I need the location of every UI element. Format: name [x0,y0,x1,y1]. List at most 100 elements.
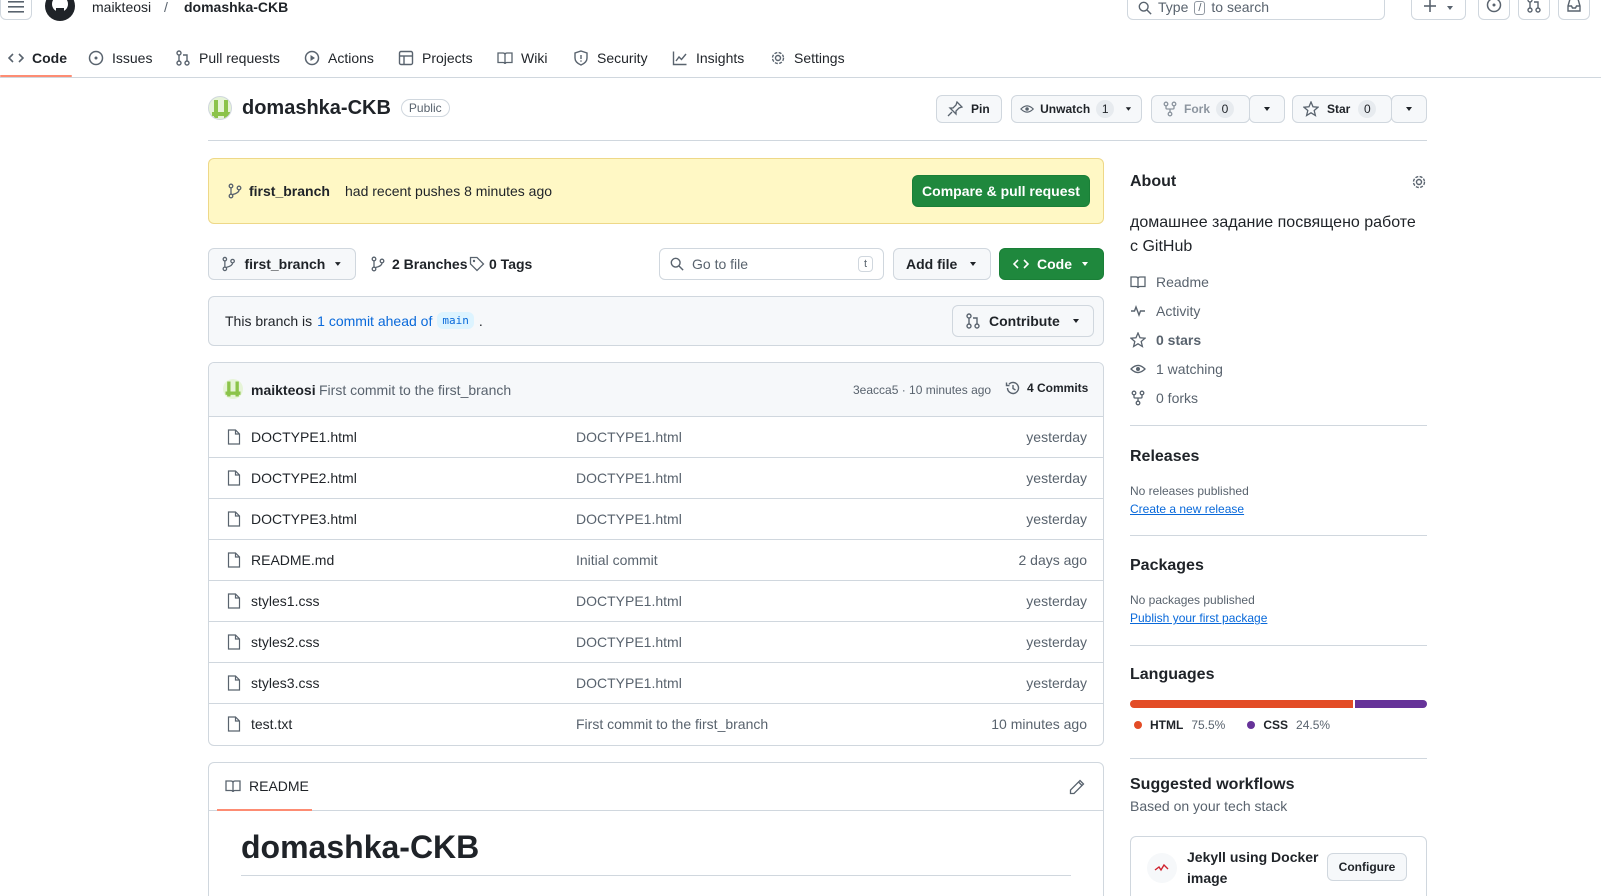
graph-icon [672,51,687,66]
commit-meta[interactable]: 3eacca5 · 10 minutes ago [853,383,991,397]
code-button[interactable]: Code [999,248,1104,280]
github-logo-icon[interactable] [44,0,76,22]
base-branch-chip[interactable]: main [437,312,474,329]
table-row[interactable]: DOCTYPE3.html DOCTYPE1.html yesterday [209,499,1103,540]
file-commit-message[interactable]: DOCTYPE1.html [576,470,682,486]
file-commit-message[interactable]: DOCTYPE1.html [576,675,682,691]
tab-actions[interactable]: Actions [304,42,374,74]
file-name[interactable]: styles3.css [251,675,319,691]
about-link-activity[interactable]: Activity [1130,296,1427,325]
tab-wiki[interactable]: Wiki [497,42,547,74]
tab-settings[interactable]: Settings [770,42,845,74]
file-commit-message[interactable]: DOCTYPE1.html [576,429,682,445]
file-time: yesterday [1026,593,1087,609]
gear-icon[interactable] [1411,174,1427,190]
pin-label: Pin [971,102,990,116]
tab-issues[interactable]: Issues [88,42,152,74]
compare-pull-request-button[interactable]: Compare & pull request [912,175,1090,207]
unwatch-button[interactable]: Unwatch 1 [1011,95,1142,123]
go-to-file-input[interactable]: Go to file t [659,248,884,280]
inbox-button[interactable] [1558,0,1590,20]
commit-author[interactable]: maikteosi [251,382,316,398]
branches-link[interactable]: 2 Branches [370,256,467,272]
breadcrumb-owner[interactable]: maikteosi [92,0,151,15]
file-commit-message[interactable]: Initial commit [576,552,658,568]
ahead-commit-link[interactable]: 1 commit ahead of [317,313,432,329]
about-link-stars[interactable]: 0 stars [1130,325,1427,354]
fork-dropdown-button[interactable] [1249,95,1285,123]
breadcrumb-repo[interactable]: domashka-CKB [184,0,288,15]
file-name[interactable]: test.txt [251,716,292,732]
file-name[interactable]: README.md [251,552,334,568]
language-item-html[interactable]: HTML 75.5% [1134,718,1225,732]
star-dropdown-button[interactable] [1391,95,1427,123]
pull-requests-button[interactable] [1518,0,1550,20]
play-icon [304,50,320,66]
pin-button[interactable]: Pin [936,95,1002,123]
readme-tab[interactable]: README [225,778,309,794]
languages-title: Languages [1130,666,1215,683]
about-title: About [1130,173,1177,190]
about-link-forks[interactable]: 0 forks [1130,383,1427,412]
menu-button[interactable] [0,0,32,20]
configure-button[interactable]: Configure [1327,853,1407,881]
file-commit-message[interactable]: First commit to the first_branch [576,716,768,732]
contribute-button[interactable]: Contribute [952,305,1094,337]
packages-title[interactable]: Packages [1130,557,1427,575]
avatar[interactable] [223,379,243,399]
file-name[interactable]: DOCTYPE1.html [251,429,357,445]
table-row[interactable]: styles1.css DOCTYPE1.html yesterday [209,581,1103,622]
table-row[interactable]: styles3.css DOCTYPE1.html yesterday [209,663,1103,704]
file-icon [227,634,241,650]
releases-title[interactable]: Releases [1130,448,1427,466]
issues-button[interactable] [1478,0,1510,20]
star-icon [1130,331,1146,348]
file-commit-message[interactable]: DOCTYPE1.html [576,634,682,650]
fork-button[interactable]: Fork 0 [1151,95,1250,123]
search-input[interactable]: Type / to search [1127,0,1385,20]
flash-branch-name[interactable]: first_branch [249,183,330,199]
avatar[interactable] [208,96,232,120]
table-row[interactable]: README.md Initial commit 2 days ago [209,540,1103,581]
file-name[interactable]: styles1.css [251,593,319,609]
star-icon [1303,101,1319,117]
fork-icon [1131,390,1145,405]
tab-projects[interactable]: Projects [398,42,473,74]
commit-message[interactable]: First commit to the first_branch [319,382,511,398]
file-commit-message[interactable]: DOCTYPE1.html [576,593,682,609]
tab-security[interactable]: Security [573,42,648,74]
publish-package-link[interactable]: Publish your first package [1130,611,1427,625]
tags-link[interactable]: 0 Tags [469,256,532,272]
file-commit-message[interactable]: DOCTYPE1.html [576,511,682,527]
table-row[interactable]: DOCTYPE2.html DOCTYPE1.html yesterday [209,458,1103,499]
pencil-icon[interactable] [1069,779,1085,795]
star-label: Star [1327,102,1351,116]
create-release-link[interactable]: Create a new release [1130,502,1427,516]
tab-insights[interactable]: Insights [672,42,744,74]
file-name[interactable]: styles2.css [251,634,319,650]
star-button[interactable]: Star 0 [1292,95,1392,123]
about-link-watching[interactable]: 1 watching [1130,354,1427,383]
commits-link[interactable]: 4 Commits [1005,380,1088,396]
create-new-button[interactable] [1411,0,1466,20]
triangle-down-icon [335,262,342,266]
about-description: домашнее задание посвящено работе с GitH… [1130,214,1416,255]
branch-select[interactable]: first_branch [208,248,356,280]
about-link-label: Activity [1156,302,1201,319]
tab-pull-requests[interactable]: Pull requests [175,42,280,74]
add-file-button[interactable]: Add file [893,248,991,280]
table-row[interactable]: DOCTYPE1.html DOCTYPE1.html yesterday [209,417,1103,458]
language-bar-segment-css [1354,700,1427,708]
readme-panel: README domashka-CKB [208,762,1104,896]
table-row[interactable]: test.txt First commit to the first_branc… [209,704,1103,745]
tab-label: Pull requests [199,50,280,66]
tab-code[interactable]: Code [8,42,67,74]
workflow-card-title[interactable]: Jekyll using Docker image [1187,847,1322,889]
star-count: 0 [1358,100,1377,118]
file-name[interactable]: DOCTYPE3.html [251,511,357,527]
language-item-css[interactable]: CSS 24.5% [1247,718,1330,732]
about-link-readme[interactable]: Readme [1130,267,1427,296]
table-row[interactable]: styles2.css DOCTYPE1.html yesterday [209,622,1103,663]
file-name[interactable]: DOCTYPE2.html [251,470,357,486]
repo-name[interactable]: domashka-CKB [242,97,391,120]
